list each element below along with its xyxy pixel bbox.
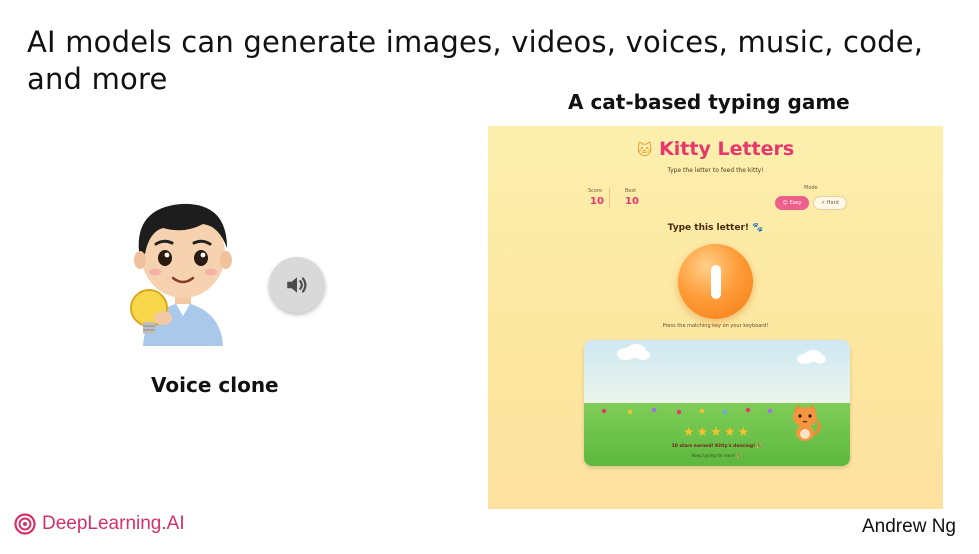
game-title: Kitty Letters [659, 138, 795, 160]
target-letter: I [710, 264, 721, 299]
cloud-icon [617, 344, 650, 360]
game-caption: A cat-based typing game [568, 90, 850, 114]
cloud-icon [797, 350, 826, 364]
garden-scene: ★★★★★ 10 stars earned! Kitty's dancing! … [584, 340, 850, 466]
score-label: Score [588, 188, 603, 194]
deeplearning-logo-icon [14, 513, 36, 535]
hard-mode-button[interactable]: ⚡ Hard [813, 196, 847, 210]
best-label: Best [625, 188, 637, 194]
letter-orb: I [678, 244, 753, 319]
speaker-icon [287, 277, 307, 293]
hard-label: Hard [826, 200, 839, 206]
smile-icon: ☺ [782, 200, 788, 206]
slide-title: AI models can generate images, videos, v… [27, 25, 924, 96]
lightning-icon: ⚡ [821, 200, 825, 206]
game-subtitle: Type the letter to feed the kitty! [667, 167, 764, 174]
keep-typing-message: Keep typing for more! 🎉 [691, 453, 743, 458]
best-value: 10 [625, 196, 639, 207]
deeplearning-logo: DeepLearning.AI [14, 513, 185, 535]
footer-author: Andrew Ng [862, 516, 956, 537]
play-audio-button[interactable] [269, 257, 325, 313]
stars-message: 10 stars earned! Kitty's dancing! 🎉 [671, 444, 763, 449]
stat-divider [609, 188, 610, 208]
cat-face-icon: 🐱 [636, 141, 653, 159]
voice-clone-label: Voice clone [151, 373, 279, 397]
game-title-row: 🐱 Kitty Letters [488, 138, 943, 160]
footer-brand: DeepLearning.AI [42, 513, 185, 534]
letter-prompt: Type this letter! 🐾 [667, 223, 764, 233]
typing-game-screenshot: 🐱 Kitty Letters Type the letter to feed … [488, 126, 943, 509]
mode-label: Mode [804, 185, 818, 191]
score-value: 10 [590, 196, 604, 207]
keyboard-hint: Press the matching key on your keyboard! [662, 323, 769, 329]
avatar-illustration [130, 203, 232, 346]
easy-mode-button[interactable]: ☺ Easy [775, 196, 809, 210]
easy-label: Easy [789, 200, 802, 206]
earned-stars: ★★★★★ [682, 425, 752, 440]
